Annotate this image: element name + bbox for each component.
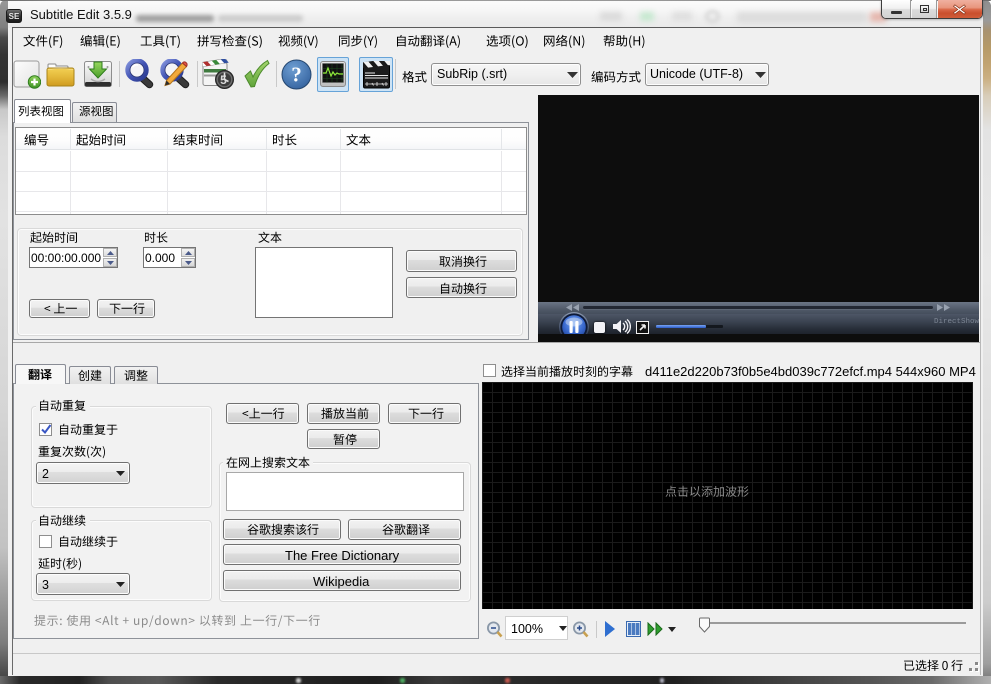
- svg-text:?: ?: [291, 63, 302, 87]
